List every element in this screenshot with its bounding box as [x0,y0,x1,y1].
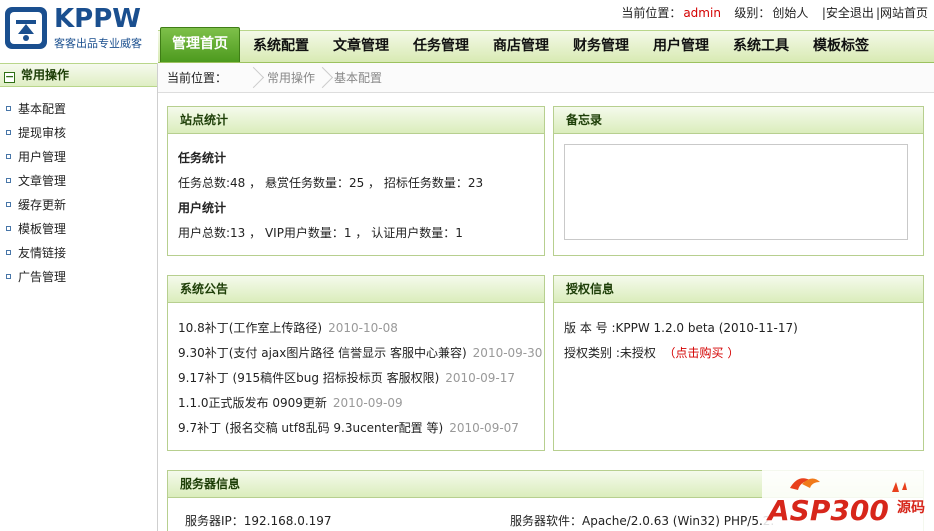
notice-item[interactable]: 9.17补丁 (915稿件区bug 招标投标页 客服权限) 2010-09-17 [178,366,534,391]
sidebar-item-label: 友情链接 [18,246,67,260]
app-header: KPPW 客客出品专业威客 当前位置： admin 级别： 创始人 |安全退出 |网站… [0,0,934,63]
sidebar-item-label: 缓存更新 [18,198,67,212]
sidebar-section-header[interactable]: − 常用操作 [0,63,157,87]
bullet-icon [6,202,11,207]
notice-text: 9.7补丁 (报名交稿 utf8乱码 9.3ucenter配置 等) [178,421,444,435]
license-type-label: 授权类别 :未授权 [564,346,656,360]
task-stats-line: 任务总数:48 ， 悬赏任务数量：25 ， 招标任务数量：23 [178,176,484,190]
bullet-icon [6,226,11,231]
sidebar-item-friend-links[interactable]: 友情链接 [0,241,157,265]
logo-title: KPPW [54,4,141,34]
sidebar-item-label: 用户管理 [18,150,67,164]
bullet-icon [6,154,11,159]
logout-link[interactable]: 安全退出 [826,6,874,20]
sidebar-item-user-management[interactable]: 用户管理 [0,145,157,169]
notice-date: 2010-09-07 [449,421,519,435]
nav-tab-finance[interactable]: 财务管理 [566,31,636,62]
nav-tab-system-config[interactable]: 系统配置 [246,31,316,62]
sidebar-item-ad-management[interactable]: 广告管理 [0,265,157,289]
user-stats-heading: 用户统计 [178,201,227,215]
sidebar-item-label: 模板管理 [18,222,67,236]
watermark-text: ASP300 [766,494,889,527]
notice-text: 9.30补丁(支付 ajax图片路径 信誉显示 客服中心兼容) [178,346,467,360]
sidebar-item-label: 广告管理 [18,270,67,284]
breadcrumb-item-basic-config[interactable]: 基本配置 [334,63,382,93]
notice-date: 2010-10-08 [328,321,398,335]
nav-tab-template-tags[interactable]: 模板标签 [806,31,876,62]
bullet-icon [6,106,11,111]
breadcrumb-label: 当前位置： [167,71,228,85]
current-user: admin [683,6,721,20]
asp300-watermark: ASP300 源码 [762,470,934,531]
notice-text: 9.17补丁 (915稿件区bug 招标投标页 客服权限) [178,371,440,385]
notice-item[interactable]: 9.30补丁(支付 ajax图片路径 信誉显示 客服中心兼容) 2010-09-3… [178,341,542,366]
breadcrumb-separator-icon [246,67,258,89]
notice-text: 10.8补丁(工作室上传路径) [178,321,323,335]
bullet-icon [6,130,11,135]
breadcrumb-separator-icon [315,67,327,89]
sidebar: − 常用操作 基本配置 提现审核 用户管理 文章管理 缓存更新 模板管理 友情链接… [0,63,158,531]
breadcrumb: 当前位置： 常用操作 基本配置 [158,63,934,93]
notice-date: 2010-09-17 [445,371,516,385]
memo-panel: 备忘录 [553,106,924,256]
notice-item[interactable]: 9.7补丁 (报名交稿 utf8乱码 9.3ucenter配置 等) 2010-0… [178,416,534,441]
kppw-logo[interactable]: KPPW 客客出品专业威客 [4,4,154,54]
sidebar-item-template-management[interactable]: 模板管理 [0,217,157,241]
site-home-link[interactable]: 网站首页 [880,6,928,20]
level-value: 创始人 [772,6,809,20]
kppw-logo-icon [5,7,47,49]
notice-item[interactable]: 1.1.0正式版发布 0909更新 2010-09-09 [178,391,534,416]
panel-title: 备忘录 [554,107,923,134]
task-stats-heading: 任务统计 [178,151,227,165]
nav-tab-shop[interactable]: 商店管理 [486,31,556,62]
server-ip-line: 服务器IP：192.168.0.197 [185,514,332,528]
logo-subtitle: 客客出品专业威客 [54,37,142,50]
version-line: 版 本 号 :KPPW 1.2.0 beta (2010-11-17) [564,321,798,335]
sidebar-menu: 基本配置 提现审核 用户管理 文章管理 缓存更新 模板管理 友情链接 广告管理 [0,87,157,289]
panel-title: 站点统计 [168,107,544,134]
system-notice-panel: 系统公告 10.8补丁(工作室上传路径) 2010-10-08 9.30补丁(支付… [167,275,545,451]
asp300-logo-icon: ASP300 源码 [762,470,934,531]
sidebar-item-label: 提现审核 [18,126,67,140]
bullet-icon [6,274,11,279]
panel-title: 授权信息 [554,276,923,303]
sidebar-item-withdraw-review[interactable]: 提现审核 [0,121,157,145]
location-label: 当前位置： [621,6,682,20]
license-panel: 授权信息 版 本 号 :KPPW 1.2.0 beta (2010-11-17)… [553,275,924,451]
sidebar-item-cache-update[interactable]: 缓存更新 [0,193,157,217]
collapse-icon[interactable]: − [4,71,15,83]
nav-tab-system-tools[interactable]: 系统工具 [726,31,796,62]
sidebar-item-label: 基本配置 [18,102,67,116]
breadcrumb-item-common-ops[interactable]: 常用操作 [267,63,315,93]
server-software-line: 服务器软件：Apache/2.0.63 (Win32) PHP/5.2. [510,514,775,528]
license-type-line: 授权类别 :未授权 （点击购买 ） [564,341,913,366]
site-stats-panel: 站点统计 任务统计 任务总数:48 ， 悬赏任务数量：25 ， 招标任务数量：2… [167,106,545,256]
bullet-icon [6,250,11,255]
sidebar-section-title: 常用操作 [21,68,70,82]
sidebar-item-basic-config[interactable]: 基本配置 [0,97,157,121]
nav-tab-articles[interactable]: 文章管理 [326,31,396,62]
user-stats-line: 用户总数:13 ， VIP用户数量：1 ， 认证用户数量：1 [178,226,463,240]
bullet-icon [6,178,11,183]
notice-item[interactable]: 10.8补丁(工作室上传路径) 2010-10-08 [178,316,534,341]
panel-title: 系统公告 [168,276,544,303]
top-user-info: 当前位置： admin 级别： 创始人 |安全退出 |网站首页 [619,4,928,21]
main-nav: 管理首页 系统配置 文章管理 任务管理 商店管理 财务管理 用户管理 系统工具 … [158,27,934,63]
notice-date: 2010-09-30 [472,346,543,360]
watermark-suffix: 源码 [897,499,925,516]
sidebar-item-label: 文章管理 [18,174,67,188]
memo-textarea[interactable] [564,144,908,240]
nav-tab-tasks[interactable]: 任务管理 [406,31,476,62]
sidebar-item-article-management[interactable]: 文章管理 [0,169,157,193]
notice-date: 2010-09-09 [332,396,403,410]
nav-tab-users[interactable]: 用户管理 [646,31,716,62]
nav-tab-home[interactable]: 管理首页 [160,27,240,62]
buy-link[interactable]: （点击购买 ） [664,346,740,360]
notice-text: 1.1.0正式版发布 0909更新 [178,396,327,410]
level-label: 级别： [734,6,771,20]
